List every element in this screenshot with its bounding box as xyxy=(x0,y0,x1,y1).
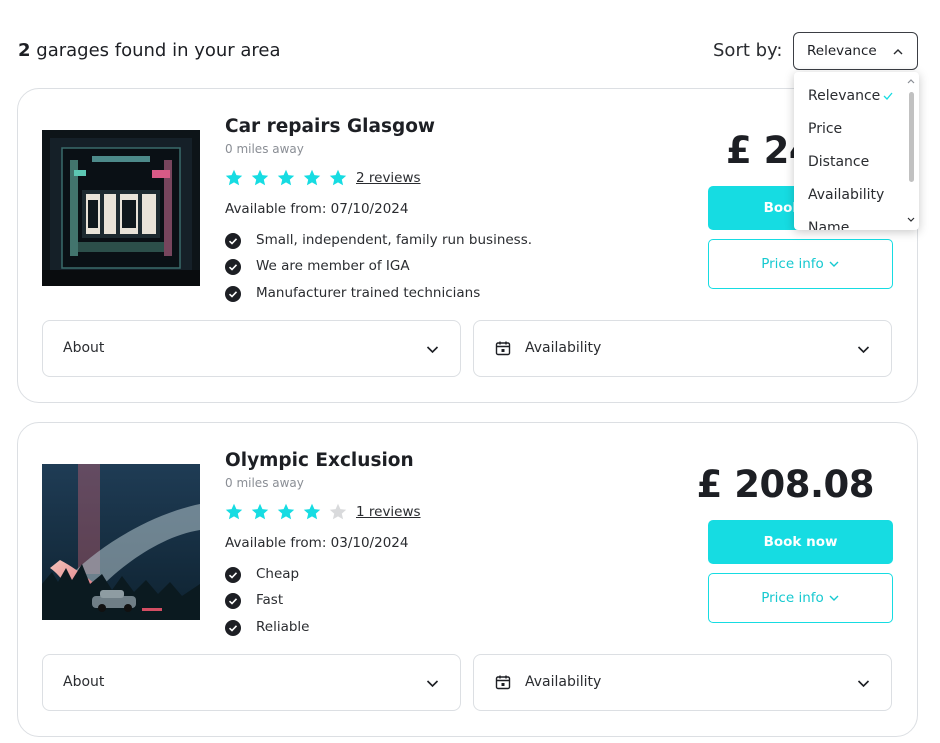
availability-accordion[interactable]: Availability xyxy=(473,320,892,377)
availability-label: Availability xyxy=(525,674,602,690)
check-circle-icon xyxy=(225,259,241,275)
about-accordion[interactable]: About xyxy=(42,654,461,711)
garage-card: Olympic Exclusion 0 miles away 1 reviews… xyxy=(17,422,918,737)
garage-distance: 0 miles away xyxy=(225,476,304,490)
sort-option-label: Relevance xyxy=(808,88,881,104)
check-icon xyxy=(883,92,893,100)
check-circle-icon xyxy=(225,620,241,636)
feature-text: Cheap xyxy=(256,566,300,582)
garage-name: Olympic Exclusion xyxy=(225,450,414,471)
book-now-button[interactable]: Book now xyxy=(708,520,893,564)
chevron-down-icon xyxy=(857,346,870,354)
star-filled-icon xyxy=(277,169,295,186)
price-info-button[interactable]: Price info xyxy=(708,573,893,623)
feature-text: Fast xyxy=(256,592,284,608)
chevron-down-icon xyxy=(857,680,870,688)
chevron-down-icon xyxy=(829,595,839,601)
sort-option-distance[interactable]: Distance xyxy=(808,154,869,170)
price-info-label: Price info xyxy=(761,590,824,606)
garage-photo-image xyxy=(42,464,200,620)
sort-option-availability[interactable]: Availability xyxy=(808,187,884,203)
sort-select[interactable]: Relevance xyxy=(793,32,918,70)
sort-option-name[interactable]: Name xyxy=(808,220,849,230)
star-empty-icon xyxy=(329,503,347,520)
sort-select-value: Relevance xyxy=(807,43,877,59)
results-header: 2 garages found in your area Sort by: Re… xyxy=(18,32,918,70)
feature-text: We are member of IGA xyxy=(256,258,410,274)
check-circle-icon xyxy=(225,233,241,249)
calendar-icon xyxy=(495,675,511,690)
chevron-down-icon xyxy=(426,346,439,354)
dropdown-scrollbar-thumb[interactable] xyxy=(909,92,914,182)
star-filled-icon xyxy=(303,169,321,186)
garage-name: Car repairs Glasgow xyxy=(225,116,436,137)
feature-text: Small, independent, family run business. xyxy=(256,232,533,248)
about-label: About xyxy=(63,340,105,356)
available-from: Available from: 03/10/2024 xyxy=(225,535,409,551)
scroll-up-arrow-icon[interactable] xyxy=(907,78,915,84)
star-filled-icon xyxy=(225,503,243,520)
chevron-down-icon xyxy=(829,261,839,267)
reviews-link[interactable]: 1 reviews xyxy=(356,504,421,520)
availability-label: Availability xyxy=(525,340,602,356)
about-label: About xyxy=(63,674,105,690)
price-info-label: Price info xyxy=(761,256,824,272)
garage-card: Car repairs Glasgow 0 miles away 2 revie… xyxy=(17,88,918,403)
sort-option-relevance[interactable]: Relevance xyxy=(808,88,893,104)
price-info-button[interactable]: Price info xyxy=(708,239,893,289)
scroll-down-arrow-icon[interactable] xyxy=(907,217,915,223)
feature-text: Manufacturer trained technicians xyxy=(256,285,481,301)
about-accordion[interactable]: About xyxy=(42,320,461,377)
garage-price: £ 208.08 xyxy=(696,463,875,506)
availability-accordion[interactable]: Availability xyxy=(473,654,892,711)
star-filled-icon xyxy=(251,503,269,520)
garage-distance: 0 miles away xyxy=(225,142,304,156)
sort-label: Sort by: xyxy=(713,40,783,61)
star-filled-icon xyxy=(251,169,269,186)
check-circle-icon xyxy=(225,567,241,583)
check-circle-icon xyxy=(225,593,241,609)
sort-dropdown-menu: Relevance Price Distance Availability Na… xyxy=(794,72,919,230)
reviews-link[interactable]: 2 reviews xyxy=(356,170,421,186)
available-from: Available from: 07/10/2024 xyxy=(225,201,409,217)
star-filled-icon xyxy=(277,503,295,520)
sort-option-label: Price xyxy=(808,121,843,137)
calendar-icon xyxy=(495,341,511,356)
feature-text: Reliable xyxy=(256,619,310,635)
check-circle-icon xyxy=(225,286,241,302)
sort-option-price[interactable]: Price xyxy=(808,121,842,137)
sort-option-label: Name xyxy=(808,220,850,230)
star-filled-icon xyxy=(303,503,321,520)
chevron-down-icon xyxy=(426,680,439,688)
chevron-up-icon xyxy=(893,49,903,55)
results-number: 2 xyxy=(18,40,31,61)
sort-option-label: Distance xyxy=(808,154,870,170)
sort-option-label: Availability xyxy=(808,187,885,203)
results-text: garages found in your area xyxy=(36,40,281,61)
star-filled-icon xyxy=(329,169,347,186)
results-count: 2 garages found in your area xyxy=(18,40,281,61)
star-filled-icon xyxy=(225,169,243,186)
garage-logo-image xyxy=(42,130,200,286)
